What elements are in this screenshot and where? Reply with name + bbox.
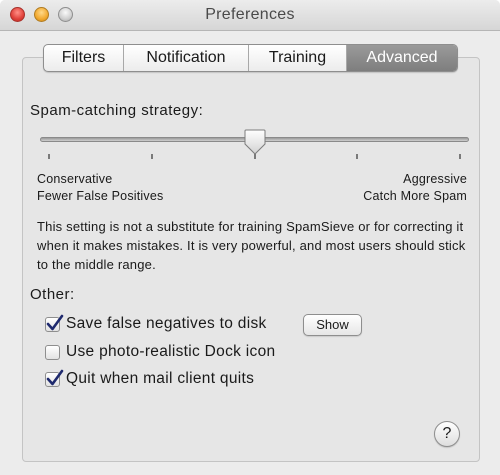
help-button[interactable]: ? [434, 421, 460, 447]
checkmark-icon [46, 369, 64, 385]
photo-realistic-dock-icon-label: Use photo-realistic Dock icon [66, 343, 276, 360]
slider-tick [48, 154, 50, 159]
save-false-negatives-checkbox[interactable] [45, 314, 64, 332]
quit-with-mail-client-label: Quit when mail client quits [66, 370, 255, 387]
slider-tick [459, 154, 461, 159]
other-label: Other: [30, 286, 75, 303]
tab-bar: Filters Notification Training Advanced [43, 44, 458, 72]
save-false-negatives-label: Save false negatives to disk [66, 315, 267, 332]
catch-more-spam-label: Catch More Spam [363, 189, 467, 203]
show-button[interactable]: Show [303, 314, 362, 336]
tab-advanced[interactable]: Advanced [347, 45, 457, 71]
tab-filters[interactable]: Filters [44, 45, 124, 71]
photo-realistic-dock-icon-checkbox[interactable] [45, 344, 60, 360]
strategy-note: This setting is not a substitute for tra… [37, 219, 466, 272]
conservative-label: Conservative [37, 172, 113, 186]
window-title: Preferences [205, 6, 295, 23]
tab-training[interactable]: Training [249, 45, 347, 71]
slider-thumb-icon[interactable] [244, 129, 266, 155]
checkmark-icon [46, 314, 64, 330]
strategy-label: Spam-catching strategy: [30, 102, 204, 119]
titlebar: Preferences [0, 0, 500, 31]
quit-with-mail-client-option[interactable]: Quit when mail client quits [45, 369, 254, 389]
tab-notification[interactable]: Notification [124, 45, 249, 71]
fewer-false-positives-label: Fewer False Positives [37, 189, 164, 203]
aggressive-label: Aggressive [403, 172, 467, 186]
slider-tick [356, 154, 359, 159]
preferences-window: Preferences Filters Notification Trainin… [0, 0, 500, 475]
slider-tick [150, 154, 153, 159]
save-false-negatives-option[interactable]: Save false negatives to disk [45, 314, 267, 334]
photo-realistic-dock-icon-option[interactable]: Use photo-realistic Dock icon [45, 342, 275, 362]
quit-with-mail-client-checkbox[interactable] [45, 369, 64, 387]
